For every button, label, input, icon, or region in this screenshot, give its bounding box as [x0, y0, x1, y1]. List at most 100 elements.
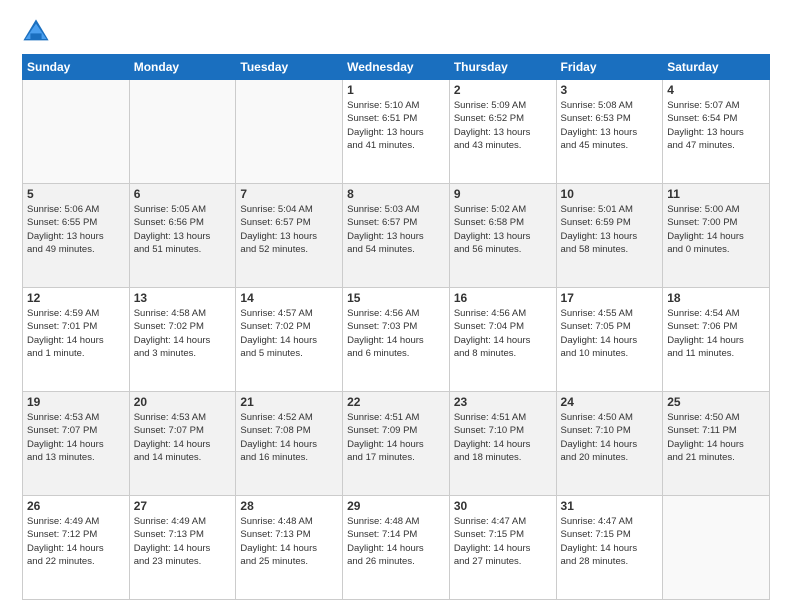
day-number: 27 — [134, 499, 232, 513]
calendar-cell: 30 Sunrise: 4:47 AM Sunset: 7:15 PM Dayli… — [449, 496, 556, 600]
day-number: 14 — [240, 291, 338, 305]
day-number: 4 — [667, 83, 765, 97]
calendar-cell: 7 Sunrise: 5:04 AM Sunset: 6:57 PM Daylig… — [236, 184, 343, 288]
calendar-cell: 26 Sunrise: 4:49 AM Sunset: 7:12 PM Dayli… — [23, 496, 130, 600]
day-header-tuesday: Tuesday — [236, 55, 343, 80]
day-info: Sunrise: 4:48 AM Sunset: 7:13 PM Dayligh… — [240, 515, 338, 568]
day-info: Sunrise: 4:53 AM Sunset: 7:07 PM Dayligh… — [134, 411, 232, 464]
calendar-cell: 21 Sunrise: 4:52 AM Sunset: 7:08 PM Dayli… — [236, 392, 343, 496]
day-info: Sunrise: 4:56 AM Sunset: 7:03 PM Dayligh… — [347, 307, 445, 360]
day-number: 3 — [561, 83, 659, 97]
day-number: 31 — [561, 499, 659, 513]
calendar-cell: 14 Sunrise: 4:57 AM Sunset: 7:02 PM Dayli… — [236, 288, 343, 392]
day-info: Sunrise: 5:02 AM Sunset: 6:58 PM Dayligh… — [454, 203, 552, 256]
calendar-cell: 18 Sunrise: 4:54 AM Sunset: 7:06 PM Dayli… — [663, 288, 770, 392]
day-number: 30 — [454, 499, 552, 513]
day-info: Sunrise: 5:01 AM Sunset: 6:59 PM Dayligh… — [561, 203, 659, 256]
day-number: 13 — [134, 291, 232, 305]
day-number: 22 — [347, 395, 445, 409]
day-info: Sunrise: 4:52 AM Sunset: 7:08 PM Dayligh… — [240, 411, 338, 464]
day-number: 17 — [561, 291, 659, 305]
day-info: Sunrise: 4:53 AM Sunset: 7:07 PM Dayligh… — [27, 411, 125, 464]
calendar-cell: 29 Sunrise: 4:48 AM Sunset: 7:14 PM Dayli… — [343, 496, 450, 600]
logo-icon — [22, 18, 50, 46]
day-header-sunday: Sunday — [23, 55, 130, 80]
day-info: Sunrise: 5:04 AM Sunset: 6:57 PM Dayligh… — [240, 203, 338, 256]
day-number: 6 — [134, 187, 232, 201]
week-row-5: 26 Sunrise: 4:49 AM Sunset: 7:12 PM Dayli… — [23, 496, 770, 600]
calendar-cell: 22 Sunrise: 4:51 AM Sunset: 7:09 PM Dayli… — [343, 392, 450, 496]
day-info: Sunrise: 4:50 AM Sunset: 7:10 PM Dayligh… — [561, 411, 659, 464]
calendar-cell: 28 Sunrise: 4:48 AM Sunset: 7:13 PM Dayli… — [236, 496, 343, 600]
day-number: 16 — [454, 291, 552, 305]
day-info: Sunrise: 5:03 AM Sunset: 6:57 PM Dayligh… — [347, 203, 445, 256]
calendar-table: SundayMondayTuesdayWednesdayThursdayFrid… — [22, 54, 770, 600]
day-info: Sunrise: 4:47 AM Sunset: 7:15 PM Dayligh… — [561, 515, 659, 568]
day-number: 21 — [240, 395, 338, 409]
day-info: Sunrise: 5:06 AM Sunset: 6:55 PM Dayligh… — [27, 203, 125, 256]
day-number: 24 — [561, 395, 659, 409]
week-row-4: 19Sunrise: 4:53 AM Sunset: 7:07 PM Dayli… — [23, 392, 770, 496]
day-info: Sunrise: 4:54 AM Sunset: 7:06 PM Dayligh… — [667, 307, 765, 360]
day-header-saturday: Saturday — [663, 55, 770, 80]
calendar-cell: 9Sunrise: 5:02 AM Sunset: 6:58 PM Daylig… — [449, 184, 556, 288]
calendar-cell — [236, 80, 343, 184]
calendar-cell: 10 Sunrise: 5:01 AM Sunset: 6:59 PM Dayli… — [556, 184, 663, 288]
day-info: Sunrise: 5:09 AM Sunset: 6:52 PM Dayligh… — [454, 99, 552, 152]
day-number: 23 — [454, 395, 552, 409]
day-number: 5 — [27, 187, 125, 201]
week-row-1: 1 Sunrise: 5:10 AM Sunset: 6:51 PM Daylig… — [23, 80, 770, 184]
day-info: Sunrise: 4:50 AM Sunset: 7:11 PM Dayligh… — [667, 411, 765, 464]
day-number: 10 — [561, 187, 659, 201]
day-number: 15 — [347, 291, 445, 305]
week-row-2: 5 Sunrise: 5:06 AM Sunset: 6:55 PM Daylig… — [23, 184, 770, 288]
calendar-cell: 25 Sunrise: 4:50 AM Sunset: 7:11 PM Dayli… — [663, 392, 770, 496]
day-number: 8 — [347, 187, 445, 201]
day-info: Sunrise: 4:48 AM Sunset: 7:14 PM Dayligh… — [347, 515, 445, 568]
day-number: 1 — [347, 83, 445, 97]
calendar-cell: 24 Sunrise: 4:50 AM Sunset: 7:10 PM Dayli… — [556, 392, 663, 496]
calendar-cell: 11 Sunrise: 5:00 AM Sunset: 7:00 PM Dayli… — [663, 184, 770, 288]
day-header-friday: Friday — [556, 55, 663, 80]
day-number: 28 — [240, 499, 338, 513]
day-info: Sunrise: 4:55 AM Sunset: 7:05 PM Dayligh… — [561, 307, 659, 360]
day-header-thursday: Thursday — [449, 55, 556, 80]
calendar-cell: 19Sunrise: 4:53 AM Sunset: 7:07 PM Dayli… — [23, 392, 130, 496]
day-number: 29 — [347, 499, 445, 513]
day-number: 12 — [27, 291, 125, 305]
day-info: Sunrise: 4:49 AM Sunset: 7:13 PM Dayligh… — [134, 515, 232, 568]
day-info: Sunrise: 4:57 AM Sunset: 7:02 PM Dayligh… — [240, 307, 338, 360]
day-number: 7 — [240, 187, 338, 201]
day-header-monday: Monday — [129, 55, 236, 80]
calendar-cell: 15 Sunrise: 4:56 AM Sunset: 7:03 PM Dayli… — [343, 288, 450, 392]
calendar-cell: 23 Sunrise: 4:51 AM Sunset: 7:10 PM Dayli… — [449, 392, 556, 496]
day-number: 20 — [134, 395, 232, 409]
day-info: Sunrise: 4:51 AM Sunset: 7:10 PM Dayligh… — [454, 411, 552, 464]
day-number: 11 — [667, 187, 765, 201]
calendar-cell: 20 Sunrise: 4:53 AM Sunset: 7:07 PM Dayli… — [129, 392, 236, 496]
day-info: Sunrise: 4:51 AM Sunset: 7:09 PM Dayligh… — [347, 411, 445, 464]
day-info: Sunrise: 4:47 AM Sunset: 7:15 PM Dayligh… — [454, 515, 552, 568]
day-info: Sunrise: 4:56 AM Sunset: 7:04 PM Dayligh… — [454, 307, 552, 360]
calendar-cell: 2 Sunrise: 5:09 AM Sunset: 6:52 PM Daylig… — [449, 80, 556, 184]
day-number: 18 — [667, 291, 765, 305]
day-number: 2 — [454, 83, 552, 97]
calendar-cell: 6 Sunrise: 5:05 AM Sunset: 6:56 PM Daylig… — [129, 184, 236, 288]
day-info: Sunrise: 5:10 AM Sunset: 6:51 PM Dayligh… — [347, 99, 445, 152]
day-number: 25 — [667, 395, 765, 409]
day-info: Sunrise: 4:58 AM Sunset: 7:02 PM Dayligh… — [134, 307, 232, 360]
day-number: 26 — [27, 499, 125, 513]
day-info: Sunrise: 4:59 AM Sunset: 7:01 PM Dayligh… — [27, 307, 125, 360]
day-header-wednesday: Wednesday — [343, 55, 450, 80]
header — [22, 18, 770, 46]
logo — [22, 18, 54, 46]
day-info: Sunrise: 5:00 AM Sunset: 7:00 PM Dayligh… — [667, 203, 765, 256]
day-info: Sunrise: 5:05 AM Sunset: 6:56 PM Dayligh… — [134, 203, 232, 256]
page: SundayMondayTuesdayWednesdayThursdayFrid… — [0, 0, 792, 612]
week-row-3: 12 Sunrise: 4:59 AM Sunset: 7:01 PM Dayli… — [23, 288, 770, 392]
day-info: Sunrise: 4:49 AM Sunset: 7:12 PM Dayligh… — [27, 515, 125, 568]
calendar-cell: 1 Sunrise: 5:10 AM Sunset: 6:51 PM Daylig… — [343, 80, 450, 184]
calendar-cell: 17 Sunrise: 4:55 AM Sunset: 7:05 PM Dayli… — [556, 288, 663, 392]
calendar-cell: 27 Sunrise: 4:49 AM Sunset: 7:13 PM Dayli… — [129, 496, 236, 600]
calendar-cell — [129, 80, 236, 184]
